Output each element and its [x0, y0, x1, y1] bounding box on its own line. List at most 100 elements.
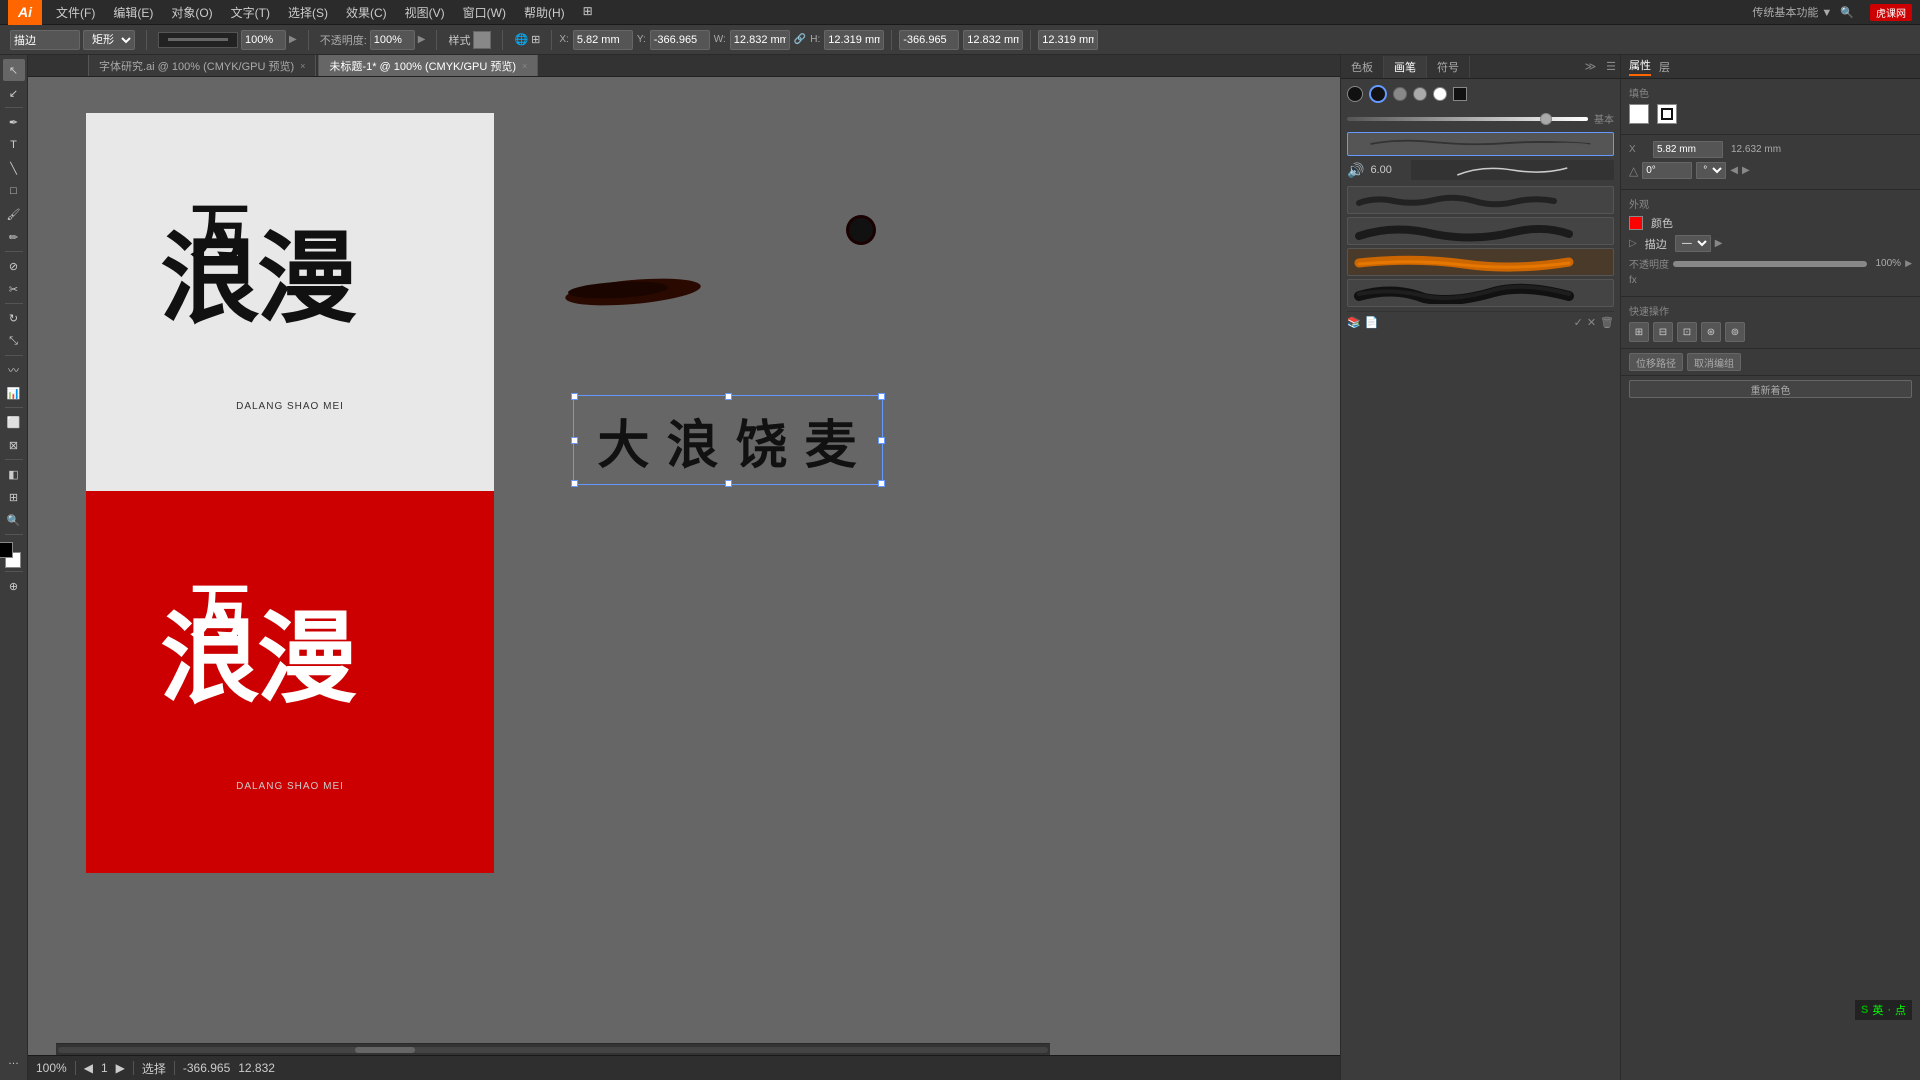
tool-extra[interactable]: ⊕ [3, 575, 25, 597]
mode-dropdown[interactable]: 矩形 [83, 30, 135, 50]
arrow-right-2[interactable]: ▶ [418, 34, 426, 45]
menu-edit[interactable]: 编辑(E) [105, 2, 161, 23]
panel-tab-symbol[interactable]: 符号 [1427, 56, 1470, 78]
brush-check-icon[interactable]: ✓ [1574, 316, 1583, 329]
fill-swatch[interactable] [1629, 104, 1649, 124]
rm-x-input[interactable] [1653, 141, 1723, 158]
color-dot-5[interactable] [1433, 87, 1447, 101]
ref-x-input[interactable] [899, 30, 959, 50]
handle-bl[interactable] [571, 480, 578, 487]
color-dot-selected[interactable] [1369, 85, 1387, 103]
menu-select[interactable]: 选择(S) [280, 2, 336, 23]
tab-1[interactable]: 未标题-1* @ 100% (CMYK/GPU 预览) × [318, 55, 538, 76]
tab-1-close[interactable]: × [522, 61, 527, 71]
brush-selected-preview[interactable] [1347, 132, 1614, 156]
brush-trash-icon[interactable]: 🗑 [1600, 316, 1614, 329]
rm-angle-input[interactable] [1642, 162, 1692, 179]
arrow-right[interactable]: ▶ [289, 34, 297, 45]
tool-gradient[interactable]: ◧ [3, 463, 25, 485]
tool-graph[interactable]: 📊 [3, 382, 25, 404]
rm-tab-properties[interactable]: 属性 [1629, 57, 1651, 76]
menu-window[interactable]: 窗口(W) [455, 2, 514, 23]
btn-ungroup[interactable]: 取消编组 [1687, 353, 1741, 371]
brush-slider-thumb[interactable] [1540, 113, 1552, 125]
artboard-nav-prev[interactable]: ◀ [84, 1061, 93, 1075]
menu-help[interactable]: 帮助(H) [516, 2, 573, 23]
globe-icon[interactable]: 🌐 [514, 33, 528, 46]
brush-x-icon[interactable]: ✕ [1587, 316, 1596, 329]
rm-icon-1[interactable]: ⊞ [1629, 322, 1649, 342]
opacity-input[interactable] [370, 30, 415, 50]
tool-mesh[interactable]: ⊞ [3, 486, 25, 508]
handle-br[interactable] [878, 480, 885, 487]
brush-list-item-1[interactable] [1347, 186, 1614, 214]
mode-input[interactable] [10, 30, 80, 50]
ref-y-input[interactable] [963, 30, 1023, 50]
rm-icon-3[interactable]: ⊡ [1677, 322, 1697, 342]
rm-angle-arrow-l[interactable]: ◀ [1730, 165, 1738, 176]
extra-input[interactable] [1038, 30, 1098, 50]
tool-pen[interactable]: ✒ [3, 111, 25, 133]
tab-0[interactable]: 字体研究.ai @ 100% (CMYK/GPU 预览) × [88, 55, 316, 76]
btn-offset-path[interactable]: 位移路径 [1629, 353, 1683, 371]
brush-lib-icon[interactable]: 📚 [1347, 316, 1361, 329]
selected-text-box[interactable]: 大 浪 饶 麦 [573, 395, 883, 485]
rm-opacity-bar[interactable] [1673, 261, 1867, 267]
artboard-nav-next[interactable]: ▶ [116, 1061, 125, 1075]
brush-list-item-3[interactable] [1347, 248, 1614, 276]
tool-shape[interactable]: □ [3, 180, 25, 202]
panel-tab-brush[interactable]: 画笔 [1384, 56, 1427, 78]
tool-artboard[interactable]: ⬜ [3, 411, 25, 433]
tool-eyedrop[interactable]: 🔍 [3, 509, 25, 531]
color-dot-filled[interactable] [1347, 86, 1363, 102]
search-icon[interactable]: 🔍 [1840, 6, 1854, 19]
tool-scissors[interactable]: ✂ [3, 278, 25, 300]
rm-opacity-expand[interactable]: ▶ [1905, 258, 1912, 269]
rm-angle-select[interactable]: ° [1696, 162, 1726, 179]
handle-mr[interactable] [878, 437, 885, 444]
stroke-width-input[interactable] [241, 30, 286, 50]
tool-slice[interactable]: ⊠ [3, 434, 25, 456]
rm-stroke-arrow[interactable]: ▶ [1715, 238, 1723, 249]
tool-line[interactable]: ╲ [3, 157, 25, 179]
menu-object[interactable]: 对象(O) [163, 2, 220, 23]
color-square[interactable] [1453, 87, 1467, 101]
handle-tr[interactable] [878, 393, 885, 400]
handle-tl[interactable] [571, 393, 578, 400]
x-input[interactable] [573, 30, 633, 50]
menu-view[interactable]: 视图(V) [397, 2, 453, 23]
tool-eraser[interactable]: ⊘ [3, 255, 25, 277]
panel-menu[interactable]: ☰ [1602, 60, 1620, 73]
hscroll-thumb[interactable] [355, 1047, 415, 1053]
rm-stroke-select[interactable]: — [1675, 235, 1711, 252]
h-input[interactable] [824, 30, 884, 50]
menu-file[interactable]: 文件(F) [48, 2, 103, 23]
tool-more[interactable]: … [3, 1050, 25, 1072]
tool-scale[interactable]: ⤡ [3, 330, 25, 352]
menu-extra[interactable]: ⊞ [575, 2, 601, 23]
btn-recolor[interactable]: 重新着色 [1629, 380, 1912, 398]
panel-expand[interactable]: ≫ [1581, 60, 1601, 73]
foreground-color[interactable] [0, 542, 13, 558]
color-dot-4[interactable] [1413, 87, 1427, 101]
brush-list-item-4[interactable] [1347, 279, 1614, 307]
brush-opacity-slider[interactable] [1347, 117, 1588, 121]
handle-bc[interactable] [725, 480, 732, 487]
rm-tab-layers[interactable]: 层 [1659, 59, 1670, 75]
panel-tab-color[interactable]: 色板 [1341, 56, 1384, 78]
brush-list-item-2[interactable] [1347, 217, 1614, 245]
tool-select[interactable]: ↖ [3, 59, 25, 81]
tool-warp[interactable]: 〰 [3, 359, 25, 381]
rm-icon-5[interactable]: ⊚ [1725, 322, 1745, 342]
tool-pencil[interactable]: ✏ [3, 226, 25, 248]
style-preview[interactable] [473, 31, 491, 49]
tool-direct-select[interactable]: ↙ [3, 82, 25, 104]
handle-tc[interactable] [725, 393, 732, 400]
menu-effect[interactable]: 效果(C) [338, 2, 395, 23]
brush-new-icon[interactable]: 📄 [1365, 316, 1379, 329]
tool-rotate[interactable]: ↻ [3, 307, 25, 329]
tool-type[interactable]: T [3, 134, 25, 156]
rm-icon-4[interactable]: ⊛ [1701, 322, 1721, 342]
w-input[interactable] [730, 30, 790, 50]
grid-icon[interactable]: ⊞ [531, 33, 540, 46]
